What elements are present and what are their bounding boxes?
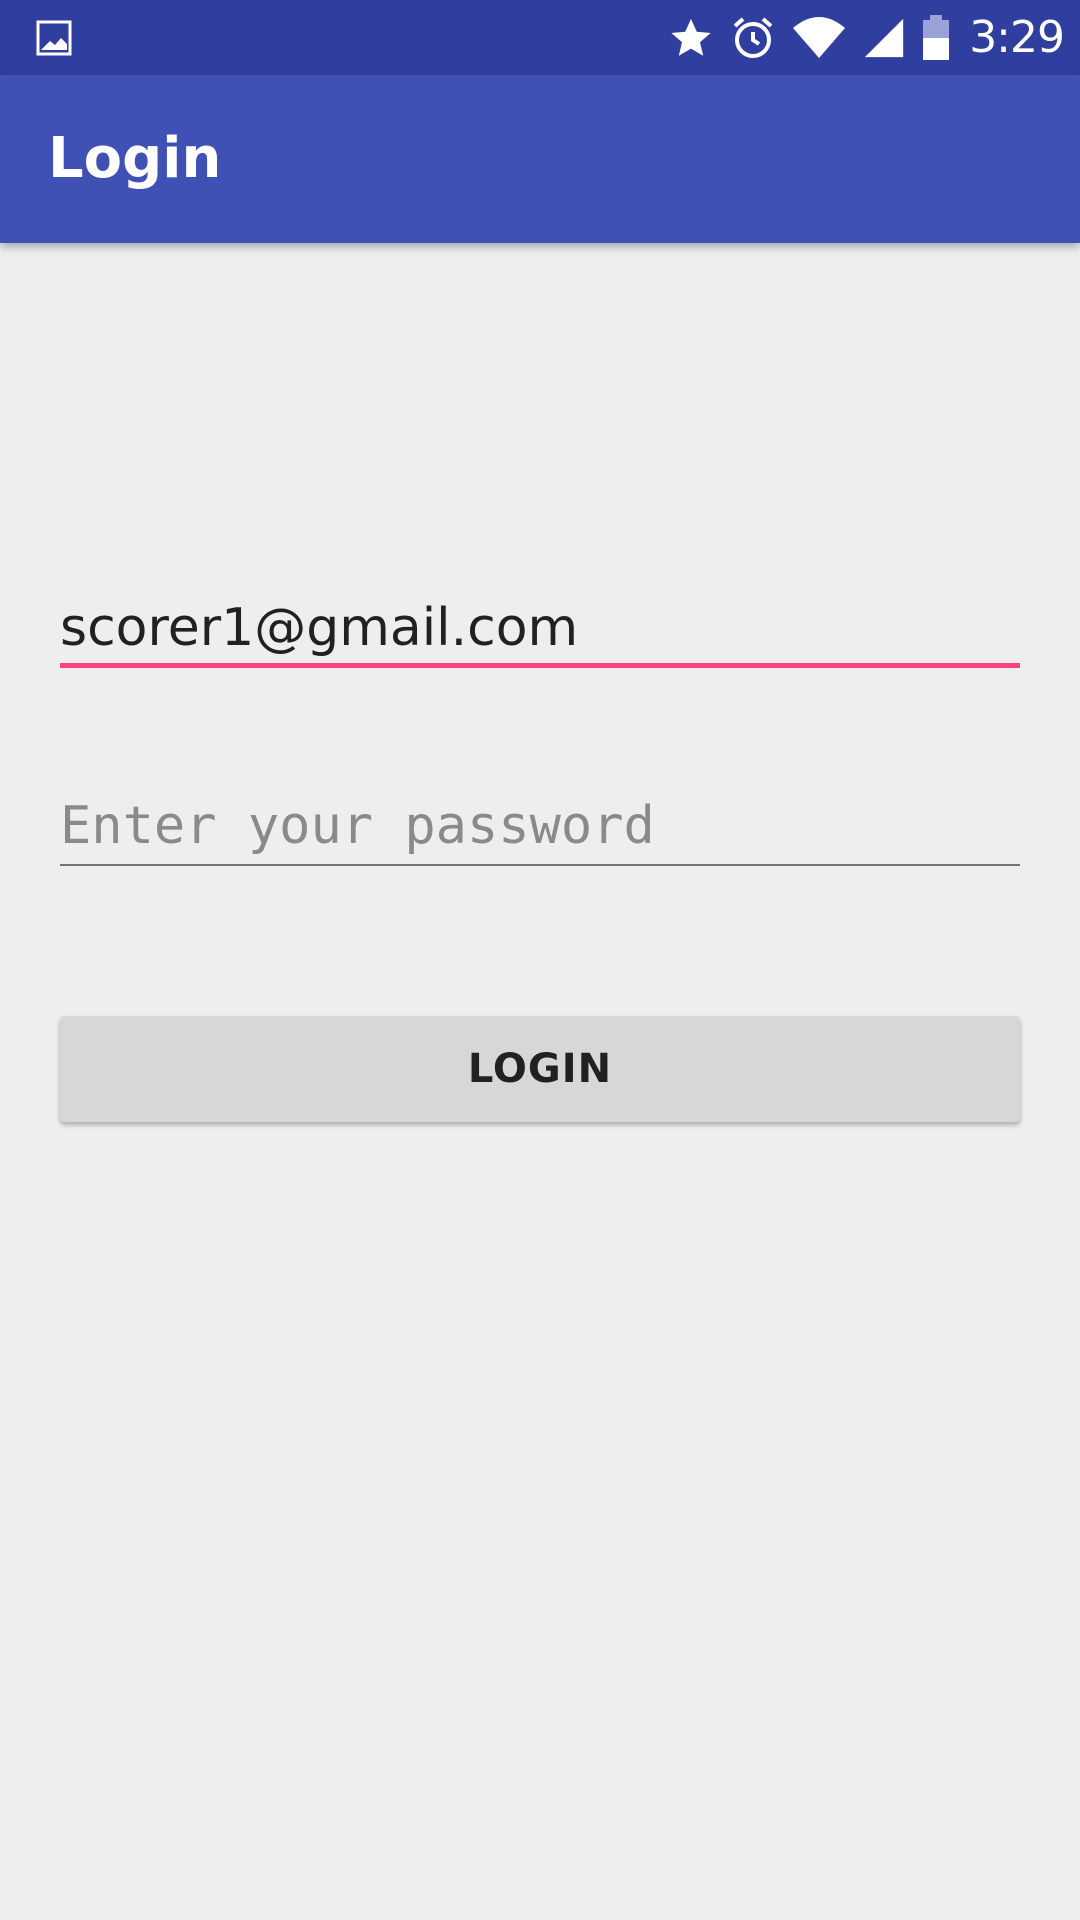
password-field-container — [60, 788, 1020, 868]
login-button[interactable]: LOGIN — [60, 1016, 1020, 1122]
alarm-icon — [729, 14, 777, 62]
star-icon — [667, 14, 715, 62]
status-bar: 3:29 — [0, 0, 1080, 75]
battery-icon — [921, 14, 951, 62]
status-icons: 3:29 — [653, 0, 1065, 75]
page-title: Login — [48, 126, 222, 191]
signal-icon — [861, 15, 907, 61]
email-input[interactable] — [60, 592, 1020, 668]
password-input[interactable] — [60, 788, 1020, 866]
status-time: 3:29 — [969, 12, 1065, 63]
email-field-container — [60, 592, 1020, 676]
gallery-icon — [36, 20, 72, 56]
wifi-icon — [791, 14, 847, 62]
app-bar: Login — [0, 75, 1080, 243]
